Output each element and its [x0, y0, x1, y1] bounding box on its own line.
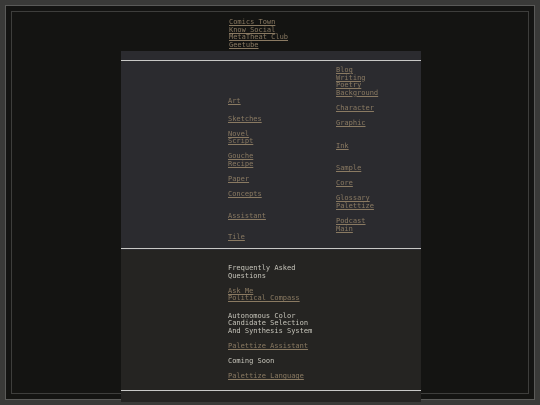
link-palettize[interactable]: Palettize [336, 202, 378, 211]
link-character[interactable]: Character [336, 104, 378, 113]
link-script[interactable]: Script [228, 138, 266, 146]
link-ink[interactable]: Ink [336, 142, 378, 151]
system-title-line3: And Synthesis System [228, 327, 313, 336]
divider [121, 248, 421, 249]
link-recipe[interactable]: Recipe [228, 160, 266, 169]
link-concepts[interactable]: Concepts [228, 191, 266, 199]
links-panel: Art Sketches Novel Script Gouche Recipe … [121, 51, 421, 250]
link-graphic[interactable]: Graphic [336, 119, 378, 128]
link-assistant[interactable]: Assistant [228, 212, 266, 221]
link-tile[interactable]: Tile [228, 234, 266, 242]
link-sample[interactable]: Sample [336, 165, 378, 173]
link-main[interactable]: Main [336, 225, 378, 234]
link-art[interactable]: Art [228, 97, 266, 106]
link-palettize-assistant[interactable]: Palettize Assistant [228, 343, 312, 351]
faq-column: Frequently Asked Questions Ask Me Politi… [228, 264, 313, 381]
top-navigation: Comics Town Know Social MetaTheat Club G… [229, 18, 288, 50]
coming-soon-label: Coming Soon [228, 357, 275, 366]
nav-link-geetube[interactable]: Geetube [229, 41, 288, 50]
link-background[interactable]: Background [336, 89, 378, 98]
link-sketches[interactable]: Sketches [228, 115, 266, 124]
link-political-compass[interactable]: Political Compass [228, 295, 312, 303]
link-core[interactable]: Core [336, 180, 378, 188]
link-paper[interactable]: Paper [228, 175, 266, 184]
faq-panel: Frequently Asked Questions Ask Me Politi… [121, 250, 421, 402]
faq-heading-continued: Questions [228, 271, 266, 280]
link-palettize-language[interactable]: Palettize Language [228, 373, 312, 381]
divider [121, 390, 421, 391]
divider [121, 60, 421, 61]
right-link-column: Blog Writing Poetry Background Character… [336, 66, 378, 234]
left-link-column: Art Sketches Novel Script Gouche Recipe … [228, 97, 266, 242]
